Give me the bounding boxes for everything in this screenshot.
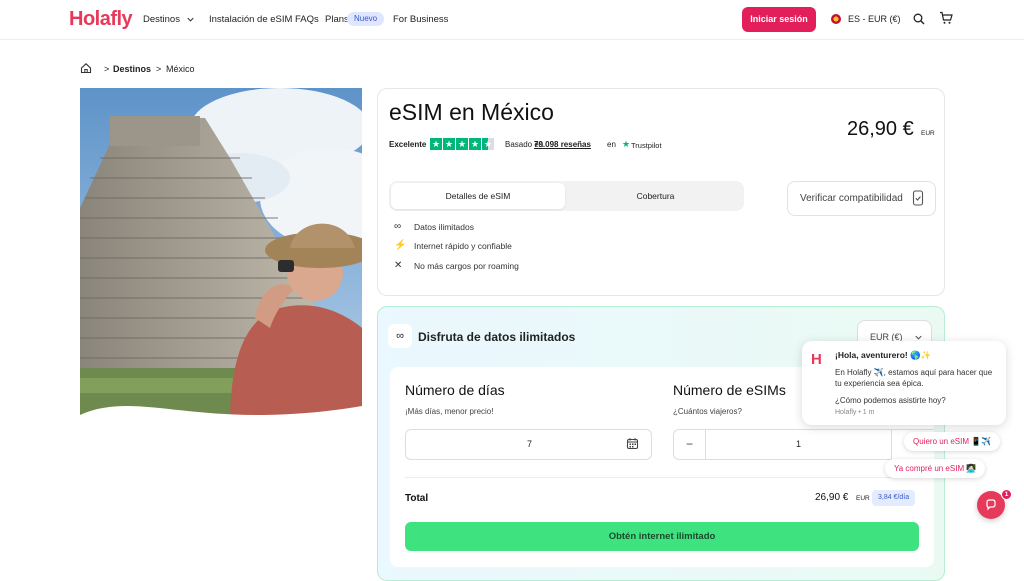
breadcrumb-destinos[interactable]: Destinos bbox=[113, 64, 151, 74]
trustpilot-logo[interactable]: Trustpilot bbox=[631, 141, 662, 150]
infinity-icon: ∞ bbox=[394, 221, 402, 232]
half-star-icon: ★ bbox=[482, 138, 494, 150]
days-input[interactable]: 7 bbox=[405, 429, 652, 460]
star-icon: ★ bbox=[443, 138, 455, 150]
chat-question: ¿Cómo podemos asistirte hoy? bbox=[835, 396, 946, 405]
reviews-suffix: en bbox=[607, 140, 616, 149]
unread-badge: 1 bbox=[1001, 489, 1012, 500]
chat-quick-reply-want-esim[interactable]: Quiero un eSIM 📱✈️ bbox=[904, 432, 1001, 451]
total-currency: EUR bbox=[856, 495, 870, 502]
page-title: eSIM en México bbox=[389, 99, 554, 125]
chat-message: En Holafly ✈️, estamos aquí para hacer q… bbox=[835, 368, 993, 388]
breadcrumb-mexico: México bbox=[166, 64, 195, 74]
nuevo-badge: Nuevo bbox=[347, 12, 385, 26]
trustpilot-star-icon: ★ bbox=[622, 139, 631, 149]
spain-flag-icon bbox=[831, 14, 841, 24]
price-currency: EUR bbox=[921, 130, 935, 137]
breadcrumb-separator: > bbox=[156, 64, 162, 74]
total-label: Total bbox=[405, 493, 429, 504]
phone-check-icon bbox=[912, 190, 924, 206]
top-navbar: Holafly Destinos Instalación de eSIM FAQ… bbox=[0, 0, 1024, 40]
cart-icon[interactable] bbox=[939, 11, 953, 25]
verify-label: Verificar compatibilidad bbox=[800, 193, 903, 204]
infinity-icon: ∞ bbox=[388, 324, 412, 348]
esims-stepper: − 1 + bbox=[673, 429, 934, 460]
days-subtitle: ¡Más días, menor precio! bbox=[405, 407, 494, 416]
total-value: 26,90 € bbox=[815, 492, 849, 503]
feature-item: Datos ilimitados bbox=[414, 222, 474, 232]
rating-label: Excelente bbox=[389, 140, 427, 149]
chevron-down-icon[interactable] bbox=[186, 15, 195, 24]
hero-image-chichen-itza bbox=[80, 88, 362, 425]
login-button[interactable]: Iniciar sesión bbox=[742, 7, 816, 32]
days-heading: Número de días bbox=[405, 382, 505, 398]
home-icon[interactable] bbox=[80, 62, 92, 74]
holafly-chat-logo: H bbox=[811, 351, 822, 368]
nav-destinos[interactable]: Destinos bbox=[143, 14, 180, 25]
chat-icon bbox=[986, 499, 996, 511]
feature-item: No más cargos por roaming bbox=[414, 261, 519, 271]
tab-cobertura[interactable]: Cobertura bbox=[569, 183, 742, 209]
buy-unlimited-button[interactable]: Obtén internet ilimitado bbox=[405, 522, 919, 551]
product-card: eSIM en México Excelente ★ ★ ★ ★ ★ Basad… bbox=[377, 88, 945, 296]
nav-plans[interactable]: Plans bbox=[325, 14, 349, 25]
star-icon: ★ bbox=[456, 138, 468, 150]
chat-meta: Holafly • 1 m bbox=[835, 409, 875, 416]
esims-heading: Número de eSIMs bbox=[673, 382, 786, 398]
chat-quick-reply-bought-esim[interactable]: Ya compré un eSIM 👩🏻‍💻 bbox=[885, 459, 986, 478]
esims-subtitle: ¿Cuántos viajeros? bbox=[673, 407, 742, 416]
nav-business[interactable]: For Business bbox=[393, 14, 448, 25]
holafly-logo[interactable]: Holafly bbox=[69, 8, 133, 31]
reviews-link[interactable]: 79.098 reseñas bbox=[534, 140, 591, 149]
price-per-day-badge: 3,84 €/día bbox=[872, 490, 916, 506]
breadcrumb-separator: > bbox=[104, 64, 110, 74]
lightning-icon: ⚡ bbox=[394, 240, 407, 251]
plan-title: Disfruta de datos ilimitados bbox=[418, 330, 576, 344]
star-icon: ★ bbox=[430, 138, 442, 150]
days-value: 7 bbox=[526, 439, 532, 449]
product-tabs: Detalles de eSIM Cobertura bbox=[389, 181, 744, 211]
chat-greeting: ¡Hola, aventurero! 🌎✨ bbox=[835, 350, 932, 360]
esims-value: 1 bbox=[795, 439, 801, 449]
nav-instalacion[interactable]: Instalación de eSIM bbox=[209, 14, 292, 25]
nav-faqs[interactable]: FAQs bbox=[295, 14, 319, 25]
verify-compatibility-button[interactable]: Verificar compatibilidad bbox=[787, 181, 936, 216]
language-selector[interactable]: ES - EUR (€) bbox=[848, 14, 901, 24]
star-icon: ★ bbox=[469, 138, 481, 150]
tab-detalles[interactable]: Detalles de eSIM bbox=[391, 183, 565, 209]
no-roaming-icon: ✕ bbox=[394, 260, 403, 271]
chat-popup[interactable]: H ¡Hola, aventurero! 🌎✨ En Holafly ✈️, e… bbox=[802, 341, 1006, 425]
decrement-button[interactable]: − bbox=[674, 430, 706, 459]
divider bbox=[405, 477, 919, 478]
product-price: 26,90 € bbox=[847, 118, 914, 140]
search-icon[interactable] bbox=[913, 13, 925, 25]
calendar-icon[interactable] bbox=[626, 437, 639, 450]
feature-item: Internet rápido y confiable bbox=[414, 241, 512, 251]
